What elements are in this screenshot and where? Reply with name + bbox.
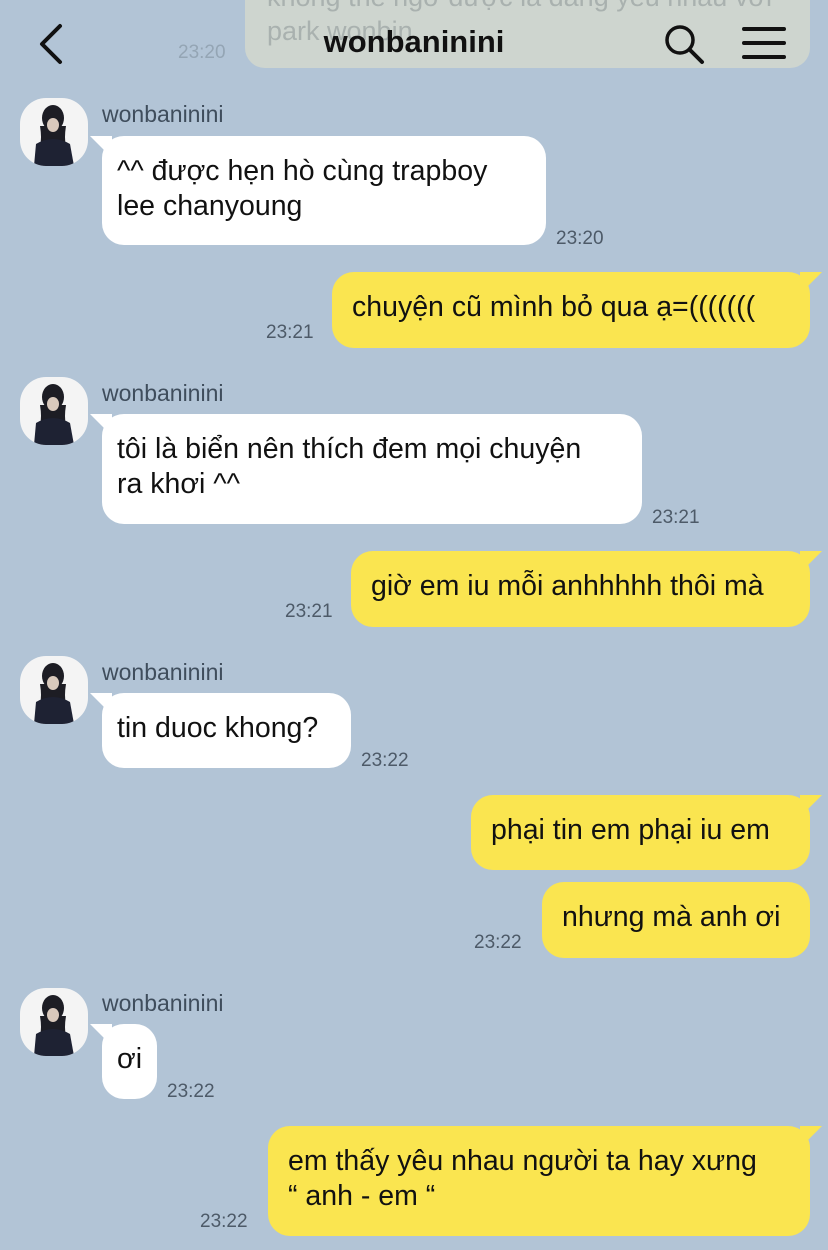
incoming-message-bubble[interactable]: tin duoc khong? — [90, 693, 351, 768]
outgoing-message-bubble[interactable]: phại tin em phại iu em — [471, 795, 822, 870]
sender-name: wonbaninini — [102, 990, 224, 1016]
sender-name: wonbaninini — [102, 380, 224, 406]
avatar[interactable] — [20, 988, 88, 1056]
search-button[interactable] — [662, 22, 706, 66]
incoming-message-bubble[interactable]: ơi — [90, 1024, 157, 1099]
message-time: 23:21 — [266, 322, 314, 343]
sender-name: wonbaninini — [102, 659, 224, 685]
outgoing-message-bubble[interactable]: em thấy yêu nhau người ta hay xưng “ anh… — [268, 1126, 822, 1236]
profile-photo-icon — [34, 995, 74, 1056]
incoming-message-bubble[interactable]: tôi là biển nên thích đem mọi chuyện ra … — [90, 414, 642, 524]
message-time: 23:22 — [474, 932, 522, 953]
message-time: 23:21 — [285, 601, 333, 622]
menu-button[interactable] — [742, 24, 786, 64]
message-time: 23:21 — [652, 507, 700, 528]
message-time: 23:22 — [167, 1081, 215, 1102]
message-time: 23:22 — [200, 1211, 248, 1232]
incoming-message-bubble[interactable]: ^^ được hẹn hò cùng trapboy lee chanyoun… — [90, 136, 546, 245]
chat-header: wonbaninini — [0, 0, 828, 88]
avatar[interactable] — [20, 656, 88, 724]
search-icon — [665, 25, 704, 64]
avatar[interactable] — [20, 377, 88, 445]
outgoing-message-bubble[interactable]: giờ em iu mỗi anhhhhh thôi mà — [351, 551, 822, 627]
outgoing-message-bubble[interactable]: chuyện cũ mình bỏ qua ạ=((((((( — [332, 272, 822, 348]
message-time: 23:22 — [361, 750, 409, 771]
message-time: 23:20 — [556, 228, 604, 249]
profile-photo-icon — [34, 384, 74, 445]
hamburger-menu-icon — [742, 27, 786, 59]
profile-photo-icon — [34, 105, 74, 166]
sender-name: wonbaninini — [102, 101, 224, 127]
avatar[interactable] — [20, 98, 88, 166]
outgoing-message-bubble[interactable]: nhưng mà anh ơi — [542, 882, 810, 958]
profile-photo-icon — [34, 663, 74, 724]
